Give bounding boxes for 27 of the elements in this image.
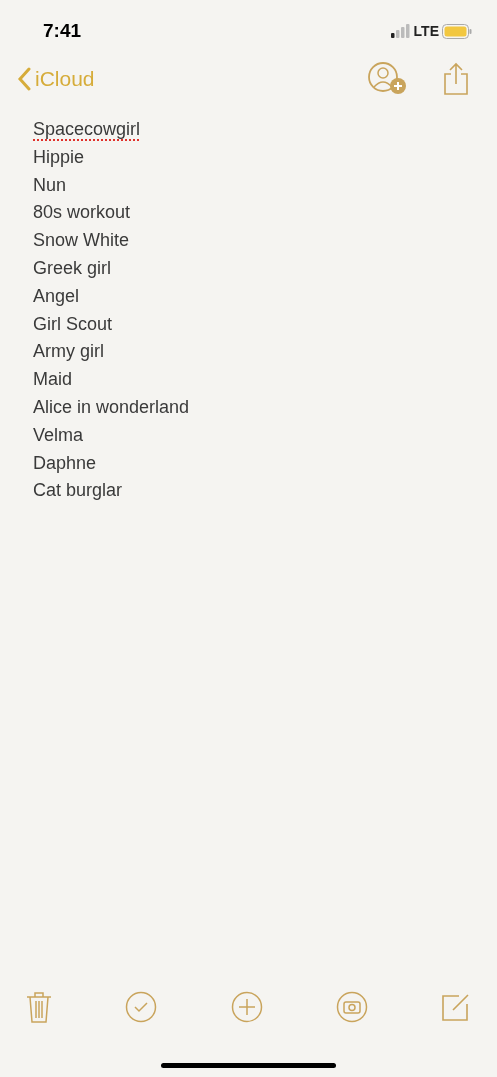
note-line: Velma <box>33 423 84 447</box>
note-line: Hippie <box>33 145 85 169</box>
note-line: 80s workout <box>33 201 131 225</box>
note-line: Snow White <box>33 229 130 253</box>
signal-icon <box>390 24 411 38</box>
note-line: Cat burglar <box>33 479 123 503</box>
clock-time: 7:41 <box>43 18 82 43</box>
compose-icon[interactable] <box>441 992 471 1022</box>
share-icon[interactable] <box>443 62 469 96</box>
chevron-left-icon <box>17 67 31 91</box>
add-icon[interactable] <box>230 991 263 1023</box>
back-button[interactable]: iCloud <box>17 63 95 95</box>
add-person-icon[interactable] <box>367 61 409 97</box>
note-line: Army girl <box>33 340 104 364</box>
checkmark-icon[interactable] <box>125 991 158 1023</box>
note-line: Angel <box>33 284 80 308</box>
camera-icon[interactable] <box>335 991 368 1023</box>
note-line: Maid <box>33 368 72 392</box>
note-line: Girl Scout <box>33 312 113 336</box>
note-line: Greek girl <box>33 257 112 280</box>
note-line: Alice in wonderland <box>33 395 190 419</box>
battery-icon <box>442 23 472 39</box>
trash-icon[interactable] <box>26 991 52 1023</box>
network-label: LTE <box>413 21 439 41</box>
note-line: Daphne <box>33 451 97 475</box>
note-line: Nun <box>33 173 67 197</box>
note-line: Spacecowgirl <box>33 118 141 141</box>
